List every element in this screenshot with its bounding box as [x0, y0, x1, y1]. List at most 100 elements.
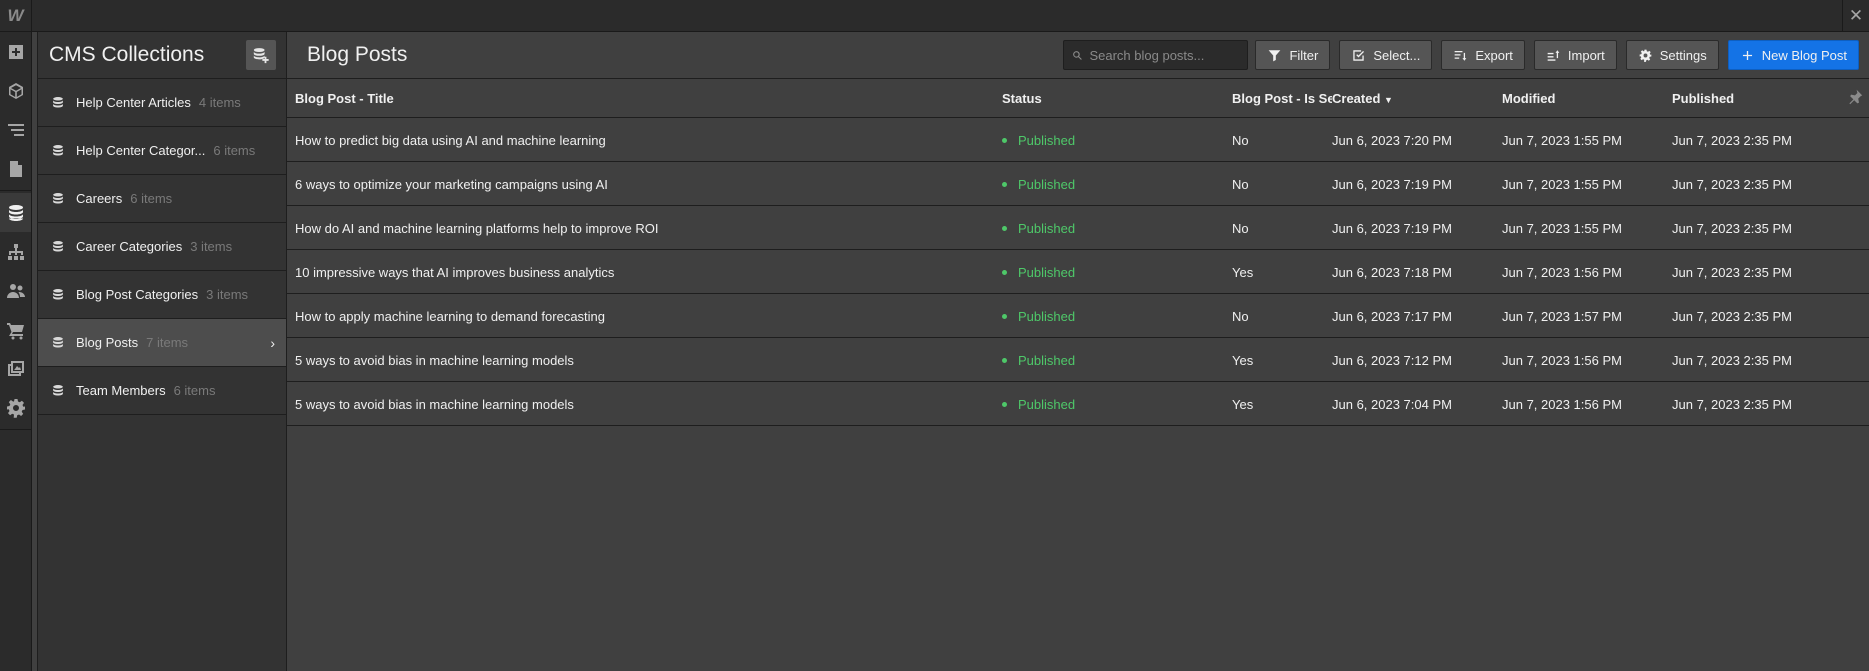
- table-row[interactable]: 5 ways to avoid bias in machine learning…: [287, 382, 1869, 426]
- cell-is-se: Yes: [1232, 397, 1254, 412]
- chevron-right-icon: ›: [270, 335, 275, 351]
- collections-panel: CMS Collections Help Center Articles 4 it…: [37, 32, 287, 671]
- table-body: How to predict big data using AI and mac…: [287, 118, 1869, 426]
- collection-item[interactable]: Help Center Categor... 6 items: [38, 127, 286, 175]
- users-icon[interactable]: [0, 271, 31, 310]
- cell-modified: Jun 7, 2023 1:57 PM: [1502, 309, 1622, 324]
- cell-is-se: No: [1232, 221, 1249, 236]
- page-title: Blog Posts: [307, 43, 408, 66]
- cell-modified: Jun 7, 2023 1:55 PM: [1502, 177, 1622, 192]
- cell-title: 5 ways to avoid bias in machine learning…: [295, 353, 574, 368]
- logo-text: W: [7, 6, 24, 25]
- collection-count: 3 items: [206, 287, 249, 302]
- status-dot: [1002, 358, 1007, 364]
- add-icon[interactable]: [0, 32, 31, 71]
- cell-title: How to apply machine learning to demand …: [295, 309, 606, 324]
- collection-count: 6 items: [213, 143, 256, 158]
- cell-status: Published: [1002, 353, 1075, 368]
- column-header-published[interactable]: Published: [1672, 91, 1734, 106]
- collection-count: 3 items: [190, 239, 233, 254]
- column-header-is-se[interactable]: Blog Post - Is Se: [1232, 91, 1332, 106]
- filter-icon: [1269, 49, 1281, 61]
- table-row[interactable]: How to predict big data using AI and mac…: [287, 118, 1869, 162]
- cell-status: Published: [1002, 309, 1075, 324]
- pages-icon[interactable]: [0, 149, 31, 188]
- cell-modified: Jun 7, 2023 1:55 PM: [1502, 221, 1622, 236]
- cell-is-se: No: [1232, 133, 1249, 148]
- cell-title: 5 ways to avoid bias in machine learning…: [295, 397, 574, 412]
- collection-item[interactable]: Help Center Articles 4 items: [38, 79, 286, 127]
- collection-item[interactable]: Blog Posts 7 items ›: [38, 319, 286, 367]
- webflow-logo[interactable]: W: [0, 0, 32, 32]
- cell-status: Published: [1002, 177, 1075, 192]
- collection-count: 7 items: [146, 335, 189, 350]
- ecommerce-icon[interactable]: [0, 310, 31, 349]
- collections-header: CMS Collections: [38, 32, 286, 79]
- settings-label: Settings: [1659, 47, 1707, 63]
- close-icon[interactable]: ✕: [1842, 0, 1869, 32]
- search-icon: [1073, 50, 1083, 60]
- table-header: Blog Post - Title Status Blog Post - Is …: [287, 79, 1869, 118]
- collection-name: Career Categories: [76, 239, 183, 254]
- cell-created: Jun 6, 2023 7:20 PM: [1332, 133, 1452, 148]
- cell-published: Jun 7, 2023 2:35 PM: [1672, 309, 1792, 324]
- collections-list: Help Center Articles 4 items Help Center C…: [38, 79, 286, 415]
- column-header-created[interactable]: Created ▼: [1332, 91, 1393, 106]
- cell-title: 6 ways to optimize your marketing campai…: [295, 177, 608, 192]
- cube-icon[interactable]: [0, 71, 31, 110]
- navigator-icon[interactable]: [0, 110, 31, 149]
- cell-published: Jun 7, 2023 2:35 PM: [1672, 397, 1792, 412]
- table-row[interactable]: How to apply machine learning to demand …: [287, 294, 1869, 338]
- search-box[interactable]: [1063, 40, 1249, 70]
- cell-created: Jun 6, 2023 7:04 PM: [1332, 397, 1452, 412]
- status-dot: [1002, 314, 1007, 320]
- assets-icon[interactable]: [0, 349, 31, 388]
- sort-desc-icon: ▼: [1384, 95, 1393, 105]
- left-toolbar: [0, 32, 32, 671]
- select-button[interactable]: Select...: [1339, 40, 1433, 70]
- table-row[interactable]: 5 ways to avoid bias in machine learning…: [287, 338, 1869, 382]
- database-icon: [53, 144, 63, 156]
- database-icon: [53, 240, 63, 252]
- cell-published: Jun 7, 2023 2:35 PM: [1672, 353, 1792, 368]
- table-row[interactable]: 6 ways to optimize your marketing campai…: [287, 162, 1869, 206]
- collection-item[interactable]: Career Categories 3 items: [38, 223, 286, 271]
- filter-label: Filter: [1289, 47, 1319, 63]
- cell-title: How do AI and machine learning platforms…: [295, 221, 659, 236]
- filter-button[interactable]: Filter: [1255, 40, 1331, 70]
- search-input[interactable]: [1089, 47, 1240, 63]
- settings-icon[interactable]: [0, 388, 31, 427]
- sitemap-icon[interactable]: [0, 232, 31, 271]
- collection-item[interactable]: Blog Post Categories 3 items: [38, 271, 286, 319]
- status-dot: [1002, 182, 1007, 188]
- database-icon: [53, 336, 63, 348]
- collection-item[interactable]: Careers 6 items: [38, 175, 286, 223]
- column-header-title[interactable]: Blog Post - Title: [295, 91, 394, 106]
- cms-icon[interactable]: [0, 193, 31, 232]
- column-header-status[interactable]: Status: [1002, 91, 1042, 106]
- pin-icon[interactable]: [1847, 89, 1863, 105]
- collection-count: 6 items: [173, 383, 216, 398]
- import-button[interactable]: Import: [1533, 40, 1617, 70]
- cell-status: Published: [1002, 265, 1075, 280]
- collection-count: 6 items: [130, 191, 173, 206]
- database-icon: [53, 288, 63, 300]
- cell-published: Jun 7, 2023 2:35 PM: [1672, 265, 1792, 280]
- cell-title: How to predict big data using AI and mac…: [295, 133, 606, 148]
- cell-status: Published: [1002, 133, 1075, 148]
- cell-created: Jun 6, 2023 7:19 PM: [1332, 221, 1452, 236]
- export-button[interactable]: Export: [1441, 40, 1525, 70]
- table-row[interactable]: 10 impressive ways that AI improves busi…: [287, 250, 1869, 294]
- collection-item[interactable]: Team Members 6 items: [38, 367, 286, 415]
- new-blog-post-button[interactable]: New Blog Post: [1727, 40, 1859, 70]
- cell-published: Jun 7, 2023 2:35 PM: [1672, 133, 1792, 148]
- cell-is-se: Yes: [1232, 265, 1254, 280]
- status-text: Published: [1018, 265, 1076, 280]
- table-row[interactable]: How do AI and machine learning platforms…: [287, 206, 1869, 250]
- settings-button[interactable]: Settings: [1625, 40, 1719, 70]
- column-header-modified[interactable]: Modified: [1502, 91, 1555, 106]
- add-collection-button[interactable]: [246, 40, 276, 70]
- add-database-icon: [253, 48, 269, 64]
- status-text: Published: [1018, 177, 1076, 192]
- collections-title: CMS Collections: [49, 43, 205, 66]
